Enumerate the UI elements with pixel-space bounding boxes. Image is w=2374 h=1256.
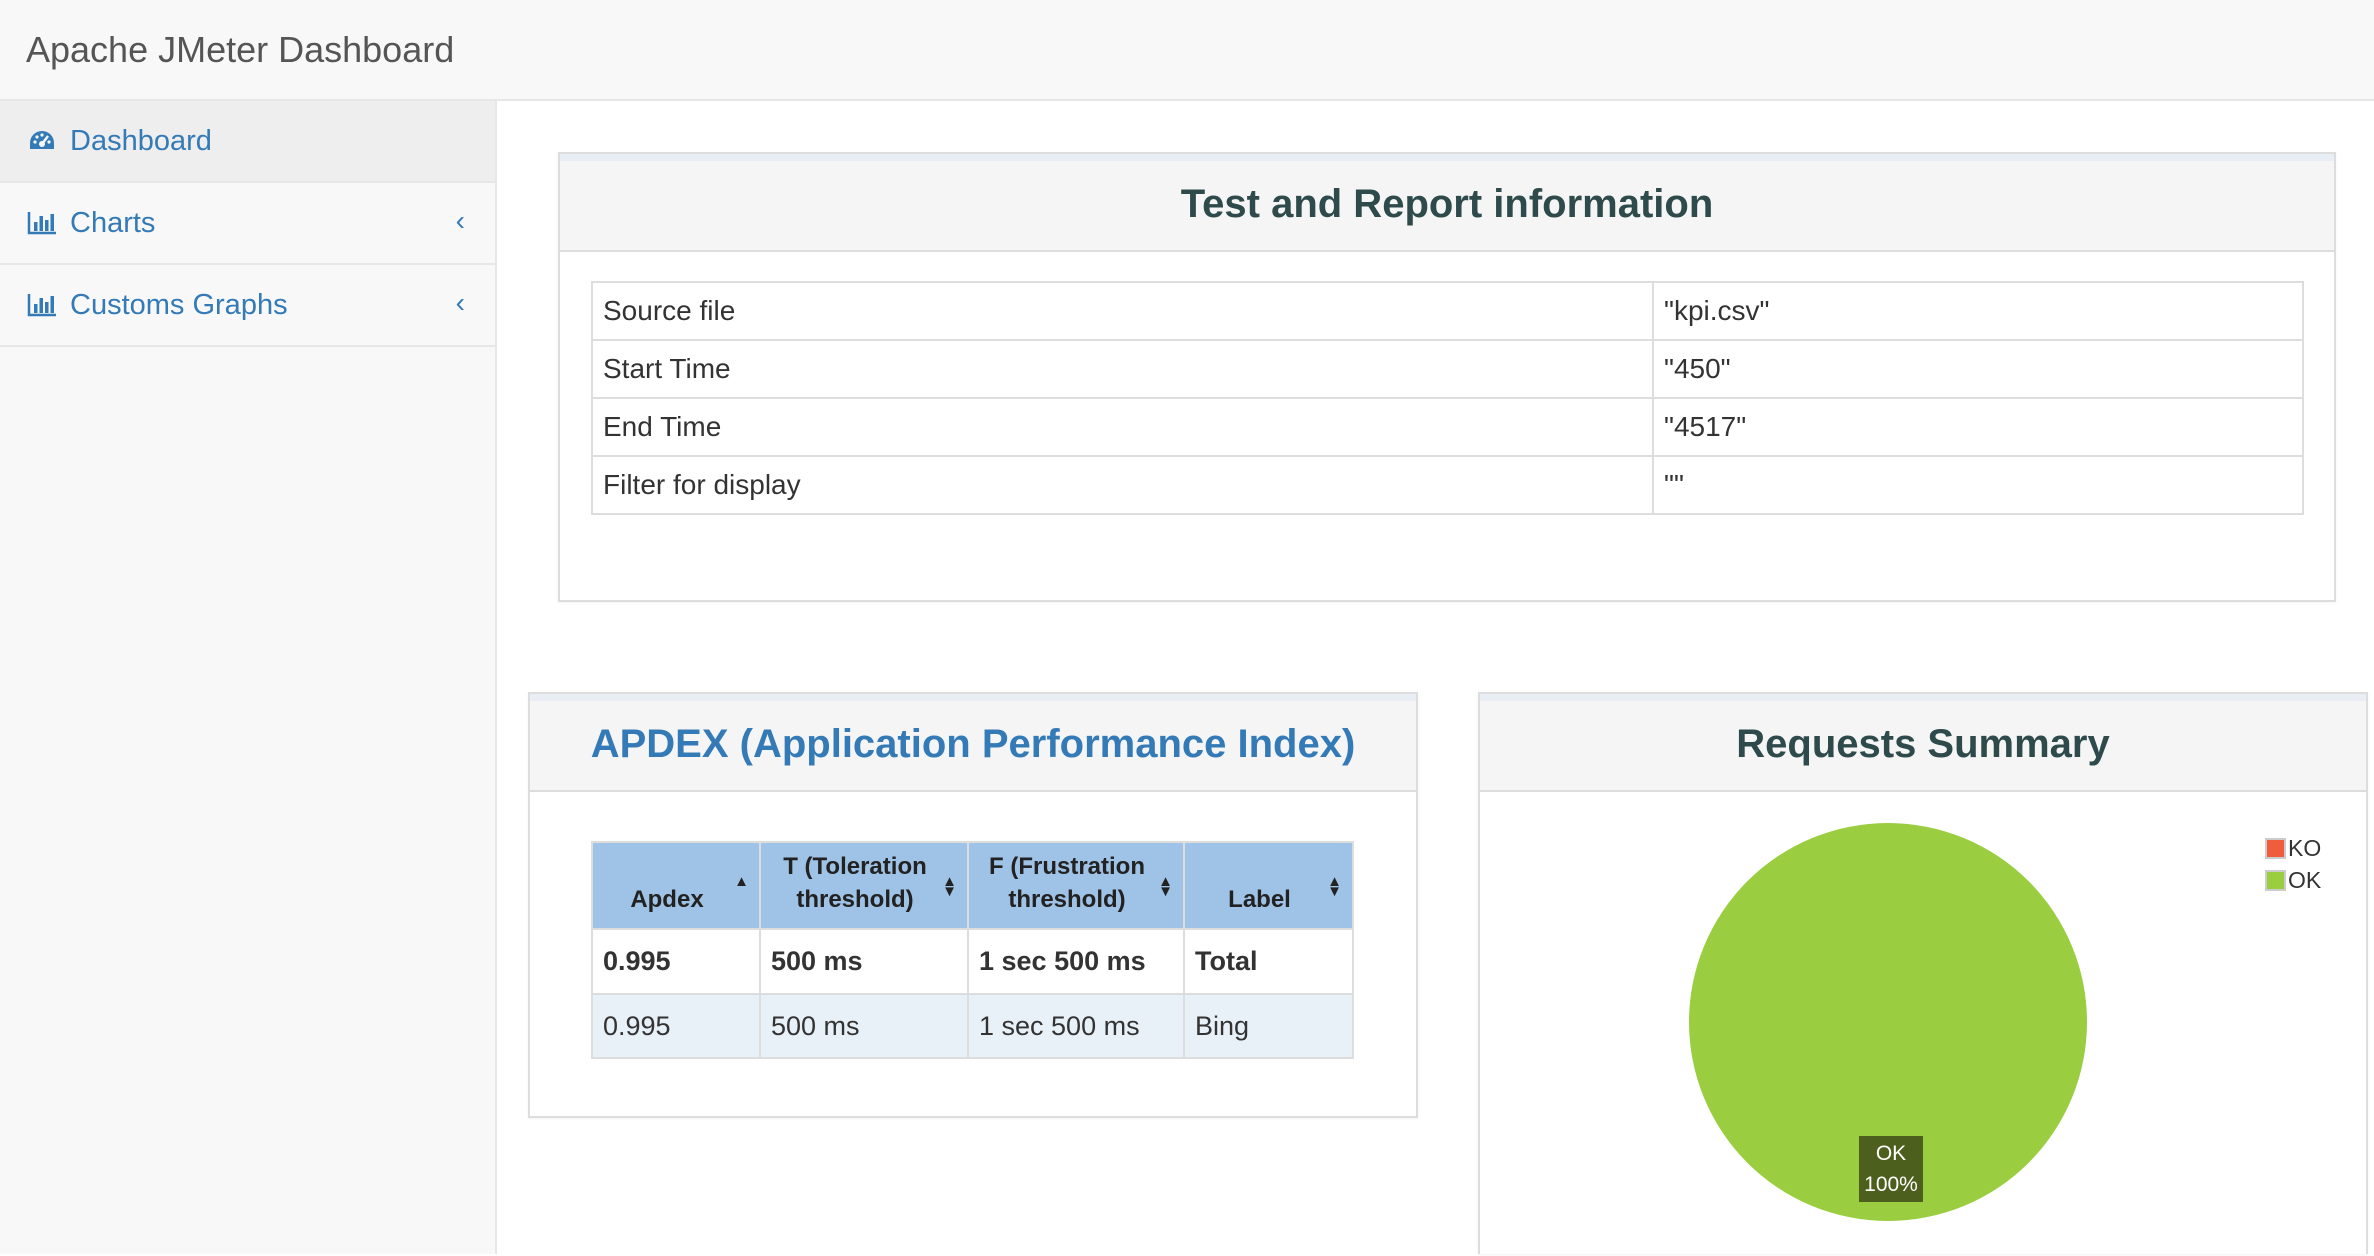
- info-key: End Time: [591, 397, 1654, 457]
- sidebar-item-label: Customs Graphs: [70, 288, 288, 321]
- table-cell: 0.995: [591, 928, 761, 995]
- panel-title: Test and Report information: [560, 154, 2334, 252]
- sidebar-item-label: Charts: [70, 206, 156, 239]
- legend-label: OK: [2288, 866, 2322, 893]
- legend-label: KO: [2288, 834, 2322, 861]
- table-header-row: Apdex ▲ T (Toleration threshold) ▲ ▼ F (F…: [591, 841, 1354, 930]
- info-value: "kpi.csv": [1652, 281, 2304, 341]
- panel-title: Requests Summary: [1480, 694, 2366, 792]
- chevron-left-icon[interactable]: ‹: [456, 287, 465, 319]
- info-key: Source file: [591, 281, 1654, 341]
- table-row: Source file "kpi.csv": [591, 281, 2304, 341]
- legend-item-ok[interactable]: OK: [2265, 864, 2321, 896]
- legend-swatch: [2265, 837, 2286, 859]
- info-value: "450": [1652, 339, 2304, 399]
- table-cell: 0.995: [591, 993, 761, 1059]
- table-row: End Time "4517": [591, 397, 2304, 457]
- slice-name: OK: [1875, 1142, 1907, 1165]
- bar-chart-icon: [27, 294, 56, 317]
- column-header-toleration[interactable]: T (Toleration threshold) ▲ ▼: [759, 841, 969, 930]
- bar-chart-icon: [27, 212, 56, 235]
- app-title[interactable]: Apache JMeter Dashboard: [26, 26, 454, 74]
- info-value: "4517": [1652, 397, 2304, 457]
- column-header-frustration[interactable]: F (Frustration threshold) ▲ ▼: [967, 841, 1185, 930]
- info-value: "": [1652, 455, 2304, 515]
- table-row: Filter for display "": [591, 455, 2304, 515]
- table-row-total: 0.995 500 ms 1 sec 500 ms Total: [591, 928, 1354, 995]
- sort-icon: ▲ ▼: [1327, 873, 1342, 900]
- table-cell: 500 ms: [759, 993, 969, 1059]
- column-header-label[interactable]: Label ▲ ▼: [1183, 841, 1354, 930]
- pie-chart[interactable]: [1480, 792, 2366, 1256]
- requests-summary-panel: Requests Summary KO OK OK 100%: [1478, 692, 2368, 1254]
- table-cell: 500 ms: [759, 928, 969, 995]
- sort-icon: ▲ ▼: [1158, 873, 1173, 900]
- sort-icon: ▲ ▼: [942, 873, 957, 900]
- table-cell: Bing: [1183, 993, 1354, 1059]
- slice-percent: 100%: [1864, 1173, 1918, 1196]
- table-row: 0.995 500 ms 1 sec 500 ms Bing: [591, 993, 1354, 1059]
- sidebar-item-customs-graphs[interactable]: Customs Graphs ‹: [0, 265, 495, 347]
- chart-legend: KO OK: [2265, 832, 2321, 896]
- pie-slice-label: OK 100%: [1859, 1136, 1923, 1202]
- sidebar-item-label: Dashboard: [70, 124, 212, 157]
- table-cell: 1 sec 500 ms: [967, 928, 1185, 995]
- top-navbar: Apache JMeter Dashboard: [0, 0, 2374, 101]
- legend-item-ko[interactable]: KO: [2265, 832, 2321, 864]
- legend-swatch: [2265, 869, 2286, 891]
- info-table: Source file "kpi.csv" Start Time "450" E…: [591, 281, 2304, 515]
- chevron-left-icon[interactable]: ‹: [456, 205, 465, 237]
- sort-asc-icon: ▲: [734, 873, 749, 890]
- apdex-panel: APDEX (Application Performance Index) Ap…: [528, 692, 1418, 1118]
- info-key: Filter for display: [591, 455, 1654, 515]
- sidebar-item-charts[interactable]: Charts ‹: [0, 183, 495, 265]
- column-header-apdex[interactable]: Apdex ▲: [591, 841, 761, 930]
- apdex-table: Apdex ▲ T (Toleration threshold) ▲ ▼ F (F…: [591, 841, 1354, 1059]
- info-key: Start Time: [591, 339, 1654, 399]
- sidebar-item-dashboard[interactable]: Dashboard: [0, 101, 495, 183]
- test-report-info-panel: Test and Report information Source file …: [558, 152, 2336, 602]
- sidebar: Dashboard Charts ‹ Customs Graphs ‹: [0, 101, 497, 1254]
- dashboard-icon: [30, 131, 54, 149]
- panel-title[interactable]: APDEX (Application Performance Index): [530, 694, 1416, 792]
- table-cell: 1 sec 500 ms: [967, 993, 1185, 1059]
- table-row: Start Time "450": [591, 339, 2304, 399]
- table-cell: Total: [1183, 928, 1354, 995]
